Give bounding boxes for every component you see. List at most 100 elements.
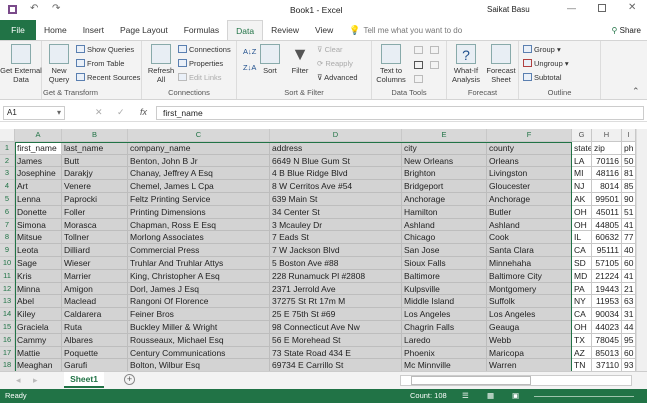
cell[interactable]: LA (572, 154, 592, 168)
sort-button[interactable]: Sort (259, 44, 281, 75)
cell[interactable]: Ruta (62, 321, 128, 334)
close-icon[interactable]: ✕ (628, 2, 636, 13)
cell[interactable]: Poquette (62, 346, 128, 360)
cell[interactable]: CA (572, 244, 592, 257)
cell[interactable]: Santa Clara (487, 244, 572, 257)
connections-button[interactable]: Connections (178, 45, 231, 54)
cell[interactable]: 11953 (592, 295, 622, 309)
cell[interactable]: 6649 N Blue Gum St (270, 154, 402, 168)
consolidate-icon[interactable] (430, 46, 439, 54)
cell[interactable]: Graciela (15, 321, 62, 334)
new-sheet-icon[interactable]: + (124, 374, 135, 385)
remove-duplicates-icon[interactable] (414, 61, 423, 69)
cell[interactable]: Dilliard (62, 244, 128, 257)
cell[interactable]: Ashland (402, 218, 487, 232)
cell[interactable]: Commercial Press (128, 244, 270, 257)
cell[interactable]: 51 (622, 205, 636, 219)
cell[interactable]: Simona (15, 218, 62, 232)
cell[interactable]: Rangoni Of Florence (128, 295, 270, 309)
cell[interactable]: Butler (487, 205, 572, 219)
cell[interactable]: Geauga (487, 321, 572, 334)
cell[interactable]: Laredo (402, 333, 487, 347)
cell[interactable]: OH (572, 321, 592, 334)
data-validation-icon[interactable] (414, 75, 423, 83)
cell[interactable]: Chanay, Jeffrey A Esq (128, 167, 270, 181)
cell[interactable]: 95 (622, 333, 636, 347)
cell[interactable]: 7 Eads St (270, 231, 402, 245)
cell[interactable]: 5 Boston Ave #88 (270, 257, 402, 270)
cell[interactable]: Minnehaha (487, 257, 572, 270)
user-name[interactable]: Saikat Basu (487, 5, 530, 14)
formula-input[interactable]: first_name (156, 106, 644, 120)
cell[interactable]: Art (15, 180, 62, 193)
row-header[interactable]: 9 (0, 244, 15, 257)
row-header[interactable]: 6 (0, 205, 15, 219)
cell[interactable]: 7 W Jackson Blvd (270, 244, 402, 257)
cell[interactable]: Orleans (487, 154, 572, 168)
normal-view-icon[interactable]: ☰ (462, 391, 469, 400)
cell[interactable]: Printing Dimensions (128, 205, 270, 219)
cell[interactable]: Paprocki (62, 193, 128, 206)
cell[interactable]: Los Angeles (402, 308, 487, 321)
cell[interactable]: Webb (487, 333, 572, 347)
cell[interactable]: Amigon (62, 282, 128, 296)
cell[interactable]: county (487, 141, 572, 155)
cell[interactable]: Kiley (15, 308, 62, 321)
name-box[interactable]: A1 ▾ (3, 106, 65, 120)
column-header-A[interactable]: A (15, 129, 62, 142)
cell[interactable]: Rousseaux, Michael Esq (128, 333, 270, 347)
subtotal-button[interactable]: Subtotal (523, 73, 562, 82)
cell[interactable]: Mattie (15, 346, 62, 360)
row-header[interactable]: 7 (0, 218, 15, 232)
text-to-columns-button[interactable]: Text to Columns (374, 44, 408, 84)
sheet-tab-sheet1[interactable]: Sheet1 (64, 372, 104, 388)
cell[interactable]: 85013 (592, 346, 622, 360)
cell[interactable]: TX (572, 333, 592, 347)
cell[interactable]: Butt (62, 154, 128, 168)
cell[interactable]: Albares (62, 333, 128, 347)
select-all-corner[interactable] (0, 129, 15, 142)
cell[interactable]: 90 (622, 193, 636, 206)
sort-za-icon[interactable]: Z↓A (243, 63, 256, 72)
cell[interactable]: Baltimore City (487, 269, 572, 283)
get-external-data-button[interactable]: Get External Data (0, 44, 42, 84)
cell[interactable]: 60 (622, 346, 636, 360)
cell[interactable]: 37275 St Rt 17m M (270, 295, 402, 309)
cell[interactable]: 34 Center St (270, 205, 402, 219)
clear-button[interactable]: ⊽ Clear (317, 45, 343, 54)
cell[interactable]: 21224 (592, 269, 622, 283)
cell[interactable]: Morasca (62, 218, 128, 232)
row-header[interactable]: 2 (0, 154, 15, 168)
ungroup-button[interactable]: Ungroup ▾ (523, 59, 569, 68)
cell[interactable]: 99501 (592, 193, 622, 206)
cell[interactable]: Truhlar And Truhlar Attys (128, 257, 270, 270)
cell[interactable]: NJ (572, 180, 592, 193)
row-header[interactable]: 15 (0, 321, 15, 334)
column-header-H[interactable]: H (592, 129, 622, 142)
cell[interactable]: Tollner (62, 231, 128, 245)
column-header-D[interactable]: D (270, 129, 402, 142)
cell[interactable]: address (270, 141, 402, 155)
cell[interactable]: Phoenix (402, 346, 487, 360)
cell[interactable]: Kris (15, 269, 62, 283)
row-header[interactable]: 8 (0, 231, 15, 245)
what-if-button[interactable]: ? What-If Analysis (449, 44, 483, 84)
vertical-scrollbar[interactable] (636, 129, 647, 371)
row-header[interactable]: 16 (0, 333, 15, 347)
cell[interactable]: company_name (128, 141, 270, 155)
cell[interactable]: zip (592, 141, 622, 155)
show-queries-button[interactable]: Show Queries (76, 45, 134, 54)
cell[interactable]: Chicago (402, 231, 487, 245)
cell[interactable]: 25 E 75th St #69 (270, 308, 402, 321)
cell[interactable]: 48116 (592, 167, 622, 181)
cell[interactable]: Wieser (62, 257, 128, 270)
row-header[interactable]: 3 (0, 167, 15, 181)
maximize-icon[interactable] (598, 4, 606, 12)
cell[interactable]: 63 (622, 295, 636, 309)
cell[interactable]: 60 (622, 257, 636, 270)
cell[interactable]: 31 (622, 308, 636, 321)
cell[interactable]: Anchorage (487, 193, 572, 206)
cell[interactable]: NY (572, 295, 592, 309)
cell[interactable]: Lenna (15, 193, 62, 206)
refresh-all-button[interactable]: Refresh All (146, 44, 176, 84)
